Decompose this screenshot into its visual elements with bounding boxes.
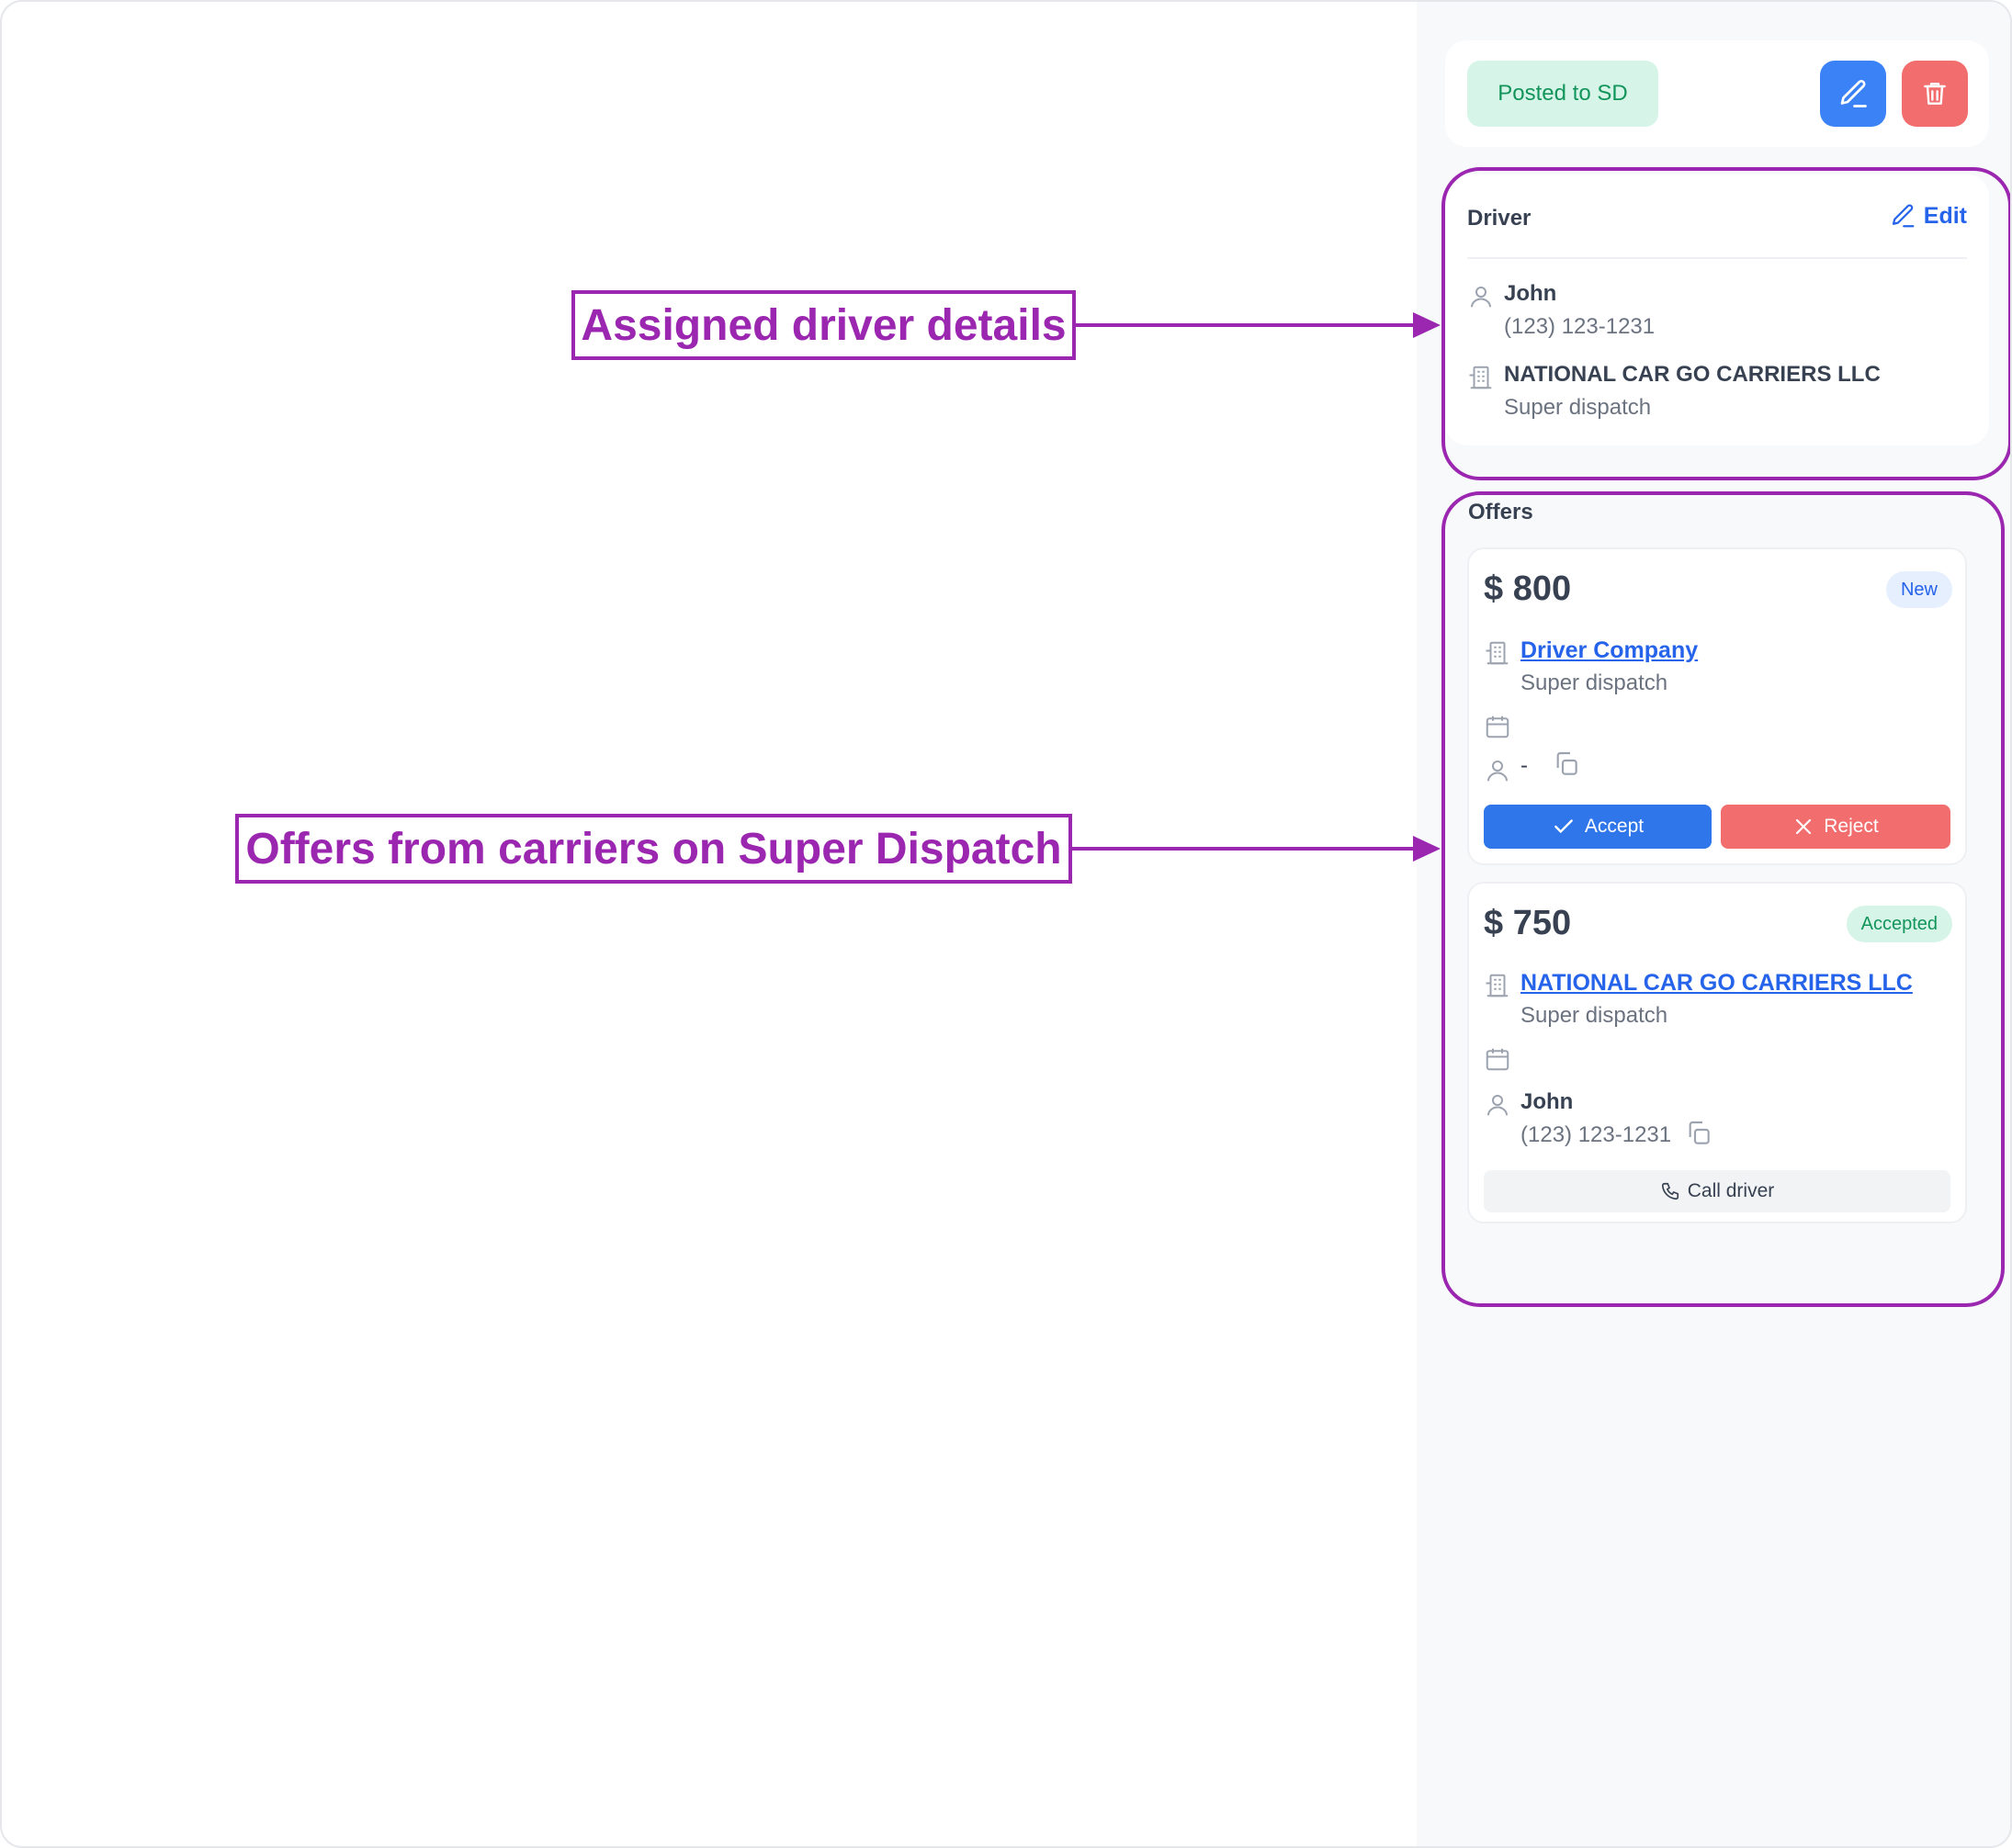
offers-annotation-box: Offers from carriers on Super Dispatch <box>235 814 1072 884</box>
offers-annotation-label: Offers from carriers on Super Dispatch <box>245 824 1062 873</box>
app-frame: Posted to SD Driver Edit John (123) 123-… <box>0 0 2012 1848</box>
driver-arrow-head <box>1413 312 1441 338</box>
offers-highlight-outline <box>1441 491 2005 1307</box>
driver-annotation-label: Assigned driver details <box>581 300 1067 350</box>
driver-annotation-box: Assigned driver details <box>571 290 1076 360</box>
annotation-layer <box>1070 167 2010 1307</box>
driver-highlight-outline <box>1441 167 2010 480</box>
offers-arrow-head <box>1413 836 1441 862</box>
